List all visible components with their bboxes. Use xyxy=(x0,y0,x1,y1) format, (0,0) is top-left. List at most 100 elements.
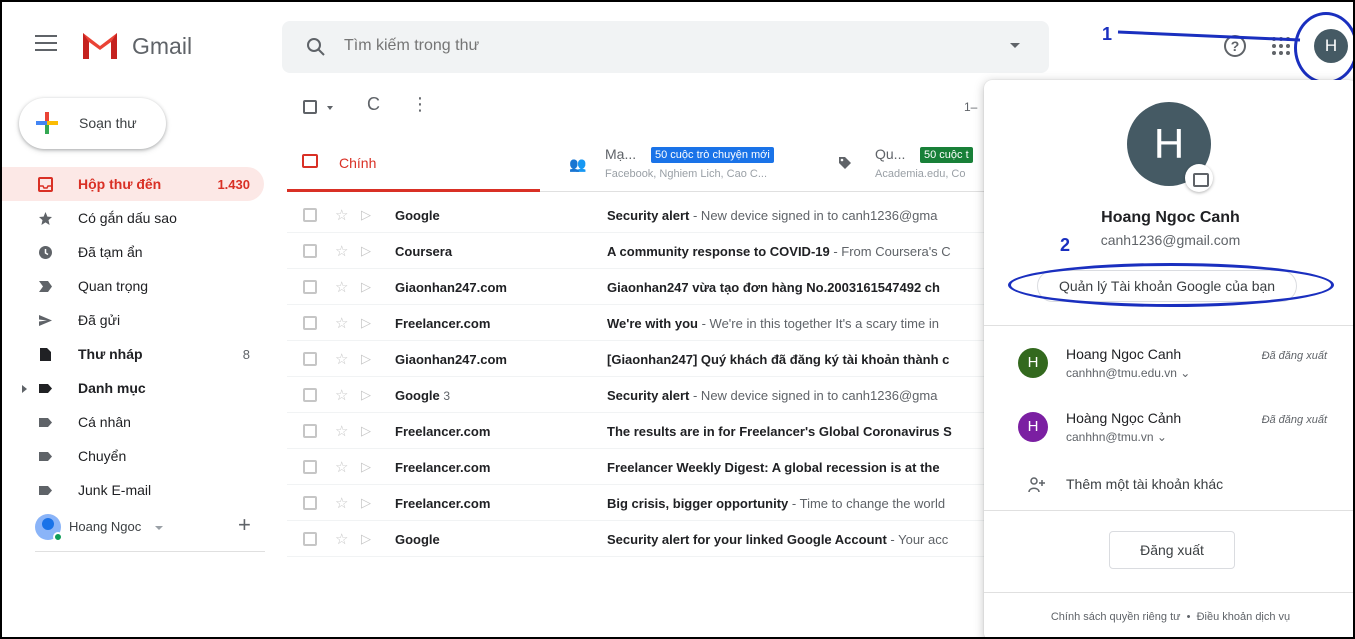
important-marker-icon[interactable]: ▷ xyxy=(361,459,371,475)
star-icon[interactable]: ☆ xyxy=(335,278,348,296)
sign-out-button[interactable]: Đăng xuất xyxy=(1109,531,1235,569)
account-popup: H Hoang Ngoc Canh canh1236@gmail.com 2 Q… xyxy=(984,80,1353,637)
select-all-checkbox[interactable] xyxy=(303,100,317,114)
account-item-email: canhhn@tmu.vn ⌄ xyxy=(1066,430,1167,444)
table-row[interactable]: ☆ ▷ Google 3 Security alert - New device si… xyxy=(287,377,987,413)
sender: Coursera xyxy=(395,244,453,259)
mail-content: Security alert - New device signed in to… xyxy=(607,388,987,403)
sender: Giaonhan247.com xyxy=(395,352,507,367)
row-checkbox[interactable] xyxy=(303,424,317,438)
row-checkbox[interactable] xyxy=(303,460,317,474)
table-row[interactable]: ☆ ▷ Giaonhan247.com [Giaonhan247] Quý khác… xyxy=(287,341,987,377)
table-row[interactable]: ☆ ▷ Google Security alert - New device sig… xyxy=(287,197,987,233)
promotions-badge: 50 cuộc t xyxy=(920,147,973,163)
tab-promotions[interactable]: Qu... 50 cuộc t Academia.edu, Co xyxy=(832,132,987,192)
sidebar-item-important[interactable]: Quan trọng xyxy=(2,269,264,303)
table-row[interactable]: ☆ ▷ Google Security alert for your linked … xyxy=(287,521,987,557)
gmail-logo-icon[interactable] xyxy=(80,29,120,61)
camera-icon[interactable] xyxy=(1185,164,1213,192)
search-input[interactable] xyxy=(344,37,944,55)
sidebar-item-sent[interactable]: Đã gửi xyxy=(2,303,264,337)
search-icon[interactable] xyxy=(304,35,328,59)
row-checkbox[interactable] xyxy=(303,388,317,402)
snippet: - New device signed in to canh1236@gma xyxy=(689,388,938,403)
chevron-down-icon: ⌄ xyxy=(1180,366,1191,380)
new-chat-plus-icon[interactable]: + xyxy=(238,512,251,538)
important-marker-icon[interactable]: ▷ xyxy=(361,207,371,223)
important-marker-icon[interactable]: ▷ xyxy=(361,279,371,295)
divider xyxy=(984,325,1353,326)
star-icon[interactable]: ☆ xyxy=(335,494,348,512)
sidebar-item-junk[interactable]: Junk E-mail xyxy=(2,473,264,507)
row-checkbox[interactable] xyxy=(303,532,317,546)
table-row[interactable]: ☆ ▷ Giaonhan247.com Giaonhan247 vừa tạo đơ… xyxy=(287,269,987,305)
subject: Security alert xyxy=(607,388,690,403)
table-row[interactable]: ☆ ▷ Freelancer.com Freelancer Weekly Diges… xyxy=(287,449,987,485)
sidebar-item-categories[interactable]: Danh mục xyxy=(2,371,264,405)
star-icon[interactable]: ☆ xyxy=(335,458,348,476)
account-item[interactable]: H Hoang Ngoc Canh canhhn@tmu.edu.vn ⌄ Đã… xyxy=(984,338,1353,398)
sidebar-item-starred[interactable]: Có gắn dấu sao xyxy=(2,201,264,235)
star-icon[interactable]: ☆ xyxy=(335,350,348,368)
main-menu-icon[interactable] xyxy=(35,35,57,53)
important-marker-icon[interactable]: ▷ xyxy=(361,423,371,439)
row-checkbox[interactable] xyxy=(303,496,317,510)
expand-arrow-icon[interactable] xyxy=(22,385,27,393)
subject: We're with you xyxy=(607,316,698,331)
header: Gmail ? H 1 xyxy=(2,2,1353,90)
table-row[interactable]: ☆ ▷ Freelancer.com The results are in for … xyxy=(287,413,987,449)
table-row[interactable]: ☆ ▷ Coursera A community response to COVID… xyxy=(287,233,987,269)
row-checkbox[interactable] xyxy=(303,280,317,294)
important-marker-icon[interactable]: ▷ xyxy=(361,495,371,511)
compose-button[interactable]: Soạn thư xyxy=(19,98,166,149)
account-item-name: Hoàng Ngọc Cảnh xyxy=(1066,410,1182,426)
chevron-down-icon: ⌄ xyxy=(1156,430,1167,444)
search-bar[interactable] xyxy=(282,21,1049,73)
important-marker-icon[interactable]: ▷ xyxy=(361,315,371,331)
sidebar-item-label: Có gắn dấu sao xyxy=(78,210,177,226)
important-marker-icon[interactable]: ▷ xyxy=(361,387,371,403)
table-row[interactable]: ☆ ▷ Freelancer.com We're with you - We're … xyxy=(287,305,987,341)
annotation-number-1: 1 xyxy=(1102,24,1113,44)
refresh-icon[interactable]: C xyxy=(367,94,380,115)
subject: Big crisis, bigger opportunity xyxy=(607,496,789,511)
star-icon[interactable]: ☆ xyxy=(335,314,348,332)
star-icon[interactable]: ☆ xyxy=(335,530,348,548)
mail-content: The results are in for Freelancer's Glob… xyxy=(607,424,987,439)
star-icon[interactable]: ☆ xyxy=(335,242,348,260)
row-checkbox[interactable] xyxy=(303,352,317,366)
star-icon xyxy=(39,212,52,225)
star-icon[interactable]: ☆ xyxy=(335,206,348,224)
select-options-icon[interactable] xyxy=(327,106,333,110)
inbox-icon xyxy=(38,177,53,192)
subject: A community response to COVID-19 xyxy=(607,244,830,259)
table-row[interactable]: ☆ ▷ Freelancer.com Big crisis, bigger oppo… xyxy=(287,485,987,521)
terms-link[interactable]: Điều khoản dịch vụ xyxy=(1197,611,1291,623)
privacy-policy-link[interactable]: Chính sách quyền riêng tư xyxy=(1051,611,1181,623)
important-marker-icon[interactable]: ▷ xyxy=(361,243,371,259)
sidebar-item-drafts[interactable]: Thư nháp 8 xyxy=(2,337,264,371)
row-checkbox[interactable] xyxy=(303,316,317,330)
sidebar-item-personal[interactable]: Cá nhân xyxy=(2,405,264,439)
row-checkbox[interactable] xyxy=(303,208,317,222)
hangouts-user[interactable]: Hoang Ngoc + xyxy=(35,512,265,552)
search-options-icon[interactable] xyxy=(1010,43,1020,48)
sidebar-item-inbox[interactable]: Hộp thư đến 1.430 xyxy=(2,167,264,201)
sidebar-item-label: Chuyển xyxy=(78,448,127,464)
subject: Security alert xyxy=(607,208,690,223)
hangouts-user-name: Hoang Ngoc xyxy=(69,519,142,534)
star-icon[interactable]: ☆ xyxy=(335,386,348,404)
important-marker-icon[interactable]: ▷ xyxy=(361,351,371,367)
star-icon[interactable]: ☆ xyxy=(335,422,348,440)
tab-primary[interactable]: Chính xyxy=(287,132,540,192)
add-account-button[interactable]: Thêm một tài khoản khác xyxy=(984,468,1353,502)
tab-social[interactable]: 👥 Mạ... 50 cuộc trò chuyện mới Facebook,… xyxy=(557,132,774,192)
account-item-name: Hoang Ngoc Canh xyxy=(1066,346,1182,362)
important-marker-icon[interactable]: ▷ xyxy=(361,531,371,547)
chevron-down-icon[interactable] xyxy=(155,526,163,530)
more-options-icon[interactable]: ⋮ xyxy=(411,94,429,115)
row-checkbox[interactable] xyxy=(303,244,317,258)
sidebar-item-snoozed[interactable]: Đã tạm ẩn xyxy=(2,235,264,269)
account-item[interactable]: H Hoàng Ngọc Cảnh canhhn@tmu.vn ⌄ Đã đăn… xyxy=(984,402,1353,462)
sidebar-item-transfer[interactable]: Chuyển xyxy=(2,439,264,473)
